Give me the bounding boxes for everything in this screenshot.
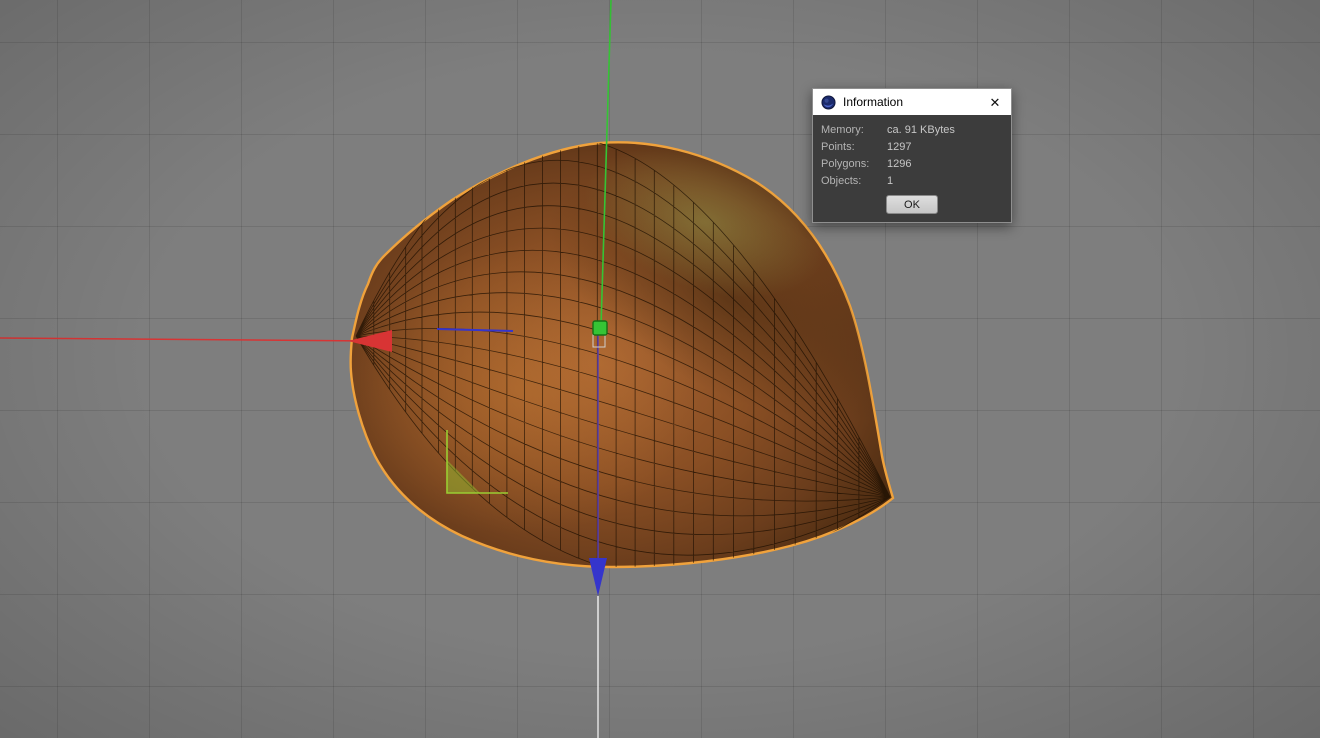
objects-row: Objects: 1 <box>819 173 1005 190</box>
objects-value: 1 <box>887 175 894 187</box>
memory-value: ca. 91 KBytes <box>887 124 955 136</box>
down-axis-arrow[interactable] <box>589 558 607 596</box>
polygons-value: 1296 <box>887 158 912 170</box>
dialog-titlebar[interactable]: Information ✕ <box>813 89 1011 115</box>
points-row: Points: 1297 <box>819 139 1005 156</box>
dialog-title: Information <box>843 95 904 109</box>
ok-button[interactable]: OK <box>886 195 938 214</box>
viewport-3d[interactable] <box>0 0 1320 738</box>
polygons-label: Polygons: <box>821 158 870 170</box>
points-label: Points: <box>821 141 855 153</box>
cinema4d-logo-icon <box>821 94 836 110</box>
x-axis-line[interactable] <box>0 337 373 342</box>
memory-label: Memory: <box>821 124 864 136</box>
y-axis-handle[interactable] <box>592 320 608 336</box>
objects-label: Objects: <box>821 175 862 187</box>
close-icon[interactable]: ✕ <box>987 94 1003 110</box>
points-value: 1297 <box>887 141 912 153</box>
dialog-body: Memory: ca. 91 KBytes Points: 1297 Polyg… <box>813 115 1011 222</box>
information-dialog: Information ✕ Memory: ca. 91 KBytes Poin… <box>812 88 1012 223</box>
polygons-row: Polygons: 1296 <box>819 156 1005 173</box>
memory-row: Memory: ca. 91 KBytes <box>819 122 1005 139</box>
scene-canvas[interactable] <box>0 0 1320 738</box>
